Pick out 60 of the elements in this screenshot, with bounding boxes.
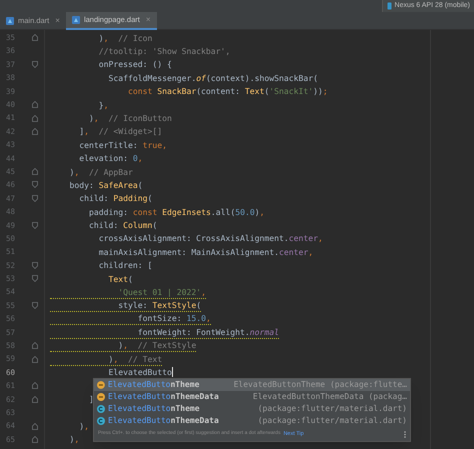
code-line: body: SafeArea(	[68, 178, 143, 192]
code-line: onPressed: () {	[98, 58, 172, 71]
code-line: ), // AppBar	[68, 166, 133, 178]
fold-icon[interactable]	[32, 194, 38, 202]
code-line: 'Quest 01 | 2022',	[50, 286, 206, 299]
code-line: Text(	[107, 272, 133, 285]
code-line: ), // IconButton	[88, 112, 172, 124]
fold-icon[interactable]	[32, 302, 38, 309]
fold-icon[interactable]	[32, 396, 38, 403]
code-line: ), // Icon	[98, 32, 152, 44]
fold-icon[interactable]	[32, 275, 38, 282]
fold-icon[interactable]	[32, 342, 38, 350]
file-icon	[6, 17, 14, 25]
code-line: ]	[88, 393, 94, 406]
fold-icon[interactable]	[32, 222, 38, 229]
text-cursor	[172, 367, 173, 378]
suggestion-item[interactable]: ElevatedButtonThemeData ElevatedButtonThemeData (packag…	[94, 391, 410, 403]
fold-icon[interactable]	[32, 101, 38, 108]
suggestion-item[interactable]: ElevatedButtonThemeData (package:flutter/material.dart)	[94, 415, 410, 427]
class-icon	[97, 417, 105, 425]
file-icon	[72, 16, 80, 24]
code-line: ),	[78, 420, 89, 432]
fold-icon[interactable]	[32, 60, 38, 68]
code-line: mainAxisAlignment: MainAxisAlignment.center,	[98, 246, 314, 258]
close-button[interactable]: ×	[55, 15, 60, 27]
fold-icon[interactable]	[32, 168, 38, 176]
code-line: ScaffoldMessenger.of(context).showSnackBar(	[107, 72, 318, 84]
code-line: ), // Text	[50, 352, 162, 366]
code-line: child: Column(	[88, 219, 158, 232]
fold-icon[interactable]	[32, 436, 38, 443]
code-line: centerTitle: true,	[78, 138, 167, 151]
code-line: ElevatedButto	[107, 366, 172, 379]
code-line: const SnackBar(content: Text('SnackIt'));	[126, 85, 328, 98]
code-line: child: Padding(	[78, 192, 152, 204]
code-line: elevation: 0,	[78, 152, 143, 164]
fold-icon[interactable]	[32, 422, 38, 430]
code-line: style: TextStyle(	[50, 298, 202, 312]
code-line: fontSize: 15.0,	[50, 312, 211, 326]
fold-icon[interactable]	[32, 356, 38, 363]
code-line: crossAxisAlignment: CrossAxisAlignment.center,	[98, 232, 323, 245]
code-line: ], // <Widget>[]	[78, 125, 162, 138]
method-icon	[97, 393, 105, 401]
suggestion-item[interactable]: ElevatedButtonTheme (package:flutter/material.dart)	[94, 403, 410, 415]
suggestion-item[interactable]: ElevatedButtonTheme ElevatedButtonTheme (package:flutte…	[94, 379, 410, 391]
class-icon	[97, 405, 105, 413]
fold-icon[interactable]	[32, 128, 38, 135]
code-line: padding: const EdgeInsets.all(50.0),	[88, 206, 264, 218]
code-line: fontWeight: FontWeight.normal	[50, 326, 280, 339]
fold-icon[interactable]	[32, 262, 38, 269]
fold-icon[interactable]	[32, 114, 38, 122]
code-line: ), // TextStyle	[50, 339, 196, 352]
fold-icon[interactable]	[32, 382, 38, 390]
fold-icon[interactable]	[32, 181, 38, 188]
code-line: children: [	[98, 259, 152, 272]
code-line: },	[98, 98, 108, 111]
phone-icon	[386, 2, 392, 10]
method-icon	[97, 381, 105, 389]
code-line: //tooltip: 'Show Snackbar',	[98, 45, 230, 58]
fold-icon[interactable]	[32, 34, 38, 42]
code-line: ),	[68, 433, 80, 446]
